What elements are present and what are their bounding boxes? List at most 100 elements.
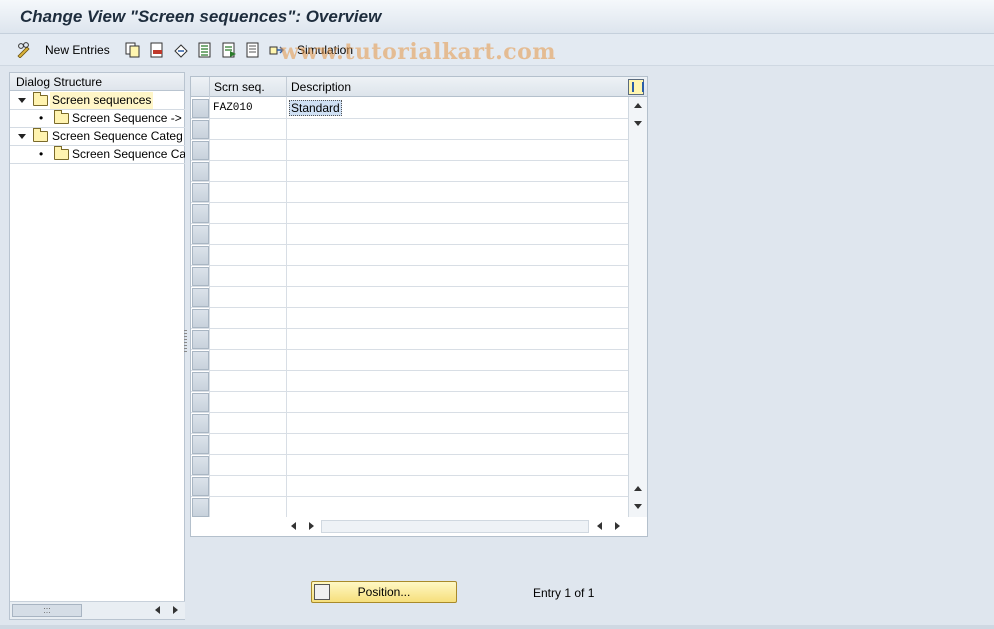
table-row[interactable] [191, 413, 628, 434]
scroll-thumb[interactable]: ::: [12, 604, 82, 617]
tree-node-screen-sequence-sub[interactable]: • Screen Sequence -> [10, 110, 185, 128]
scroll-right-icon[interactable] [309, 522, 314, 530]
cell-description[interactable] [287, 455, 627, 476]
cell-scrn-seq[interactable] [211, 371, 286, 392]
row-selector[interactable] [192, 120, 209, 139]
row-selector[interactable] [192, 204, 209, 223]
cell-scrn-seq[interactable] [211, 287, 286, 308]
cell-description[interactable] [287, 434, 627, 455]
cell-scrn-seq[interactable] [211, 455, 286, 476]
cell-description[interactable] [287, 308, 627, 329]
cell-scrn-seq[interactable] [211, 497, 286, 518]
row-selector[interactable] [192, 372, 209, 391]
table-row[interactable] [191, 140, 628, 161]
cell-scrn-seq[interactable] [211, 350, 286, 371]
cell-description[interactable] [287, 371, 627, 392]
row-selector[interactable] [192, 456, 209, 475]
cell-description[interactable] [287, 350, 627, 371]
tree-node-screen-sequence-ca[interactable]: • Screen Sequence Ca [10, 146, 185, 164]
cell-scrn-seq[interactable] [211, 392, 286, 413]
cell-scrn-seq[interactable] [211, 161, 286, 182]
table-row[interactable] [191, 476, 628, 497]
table-row[interactable] [191, 287, 628, 308]
cell-scrn-seq[interactable] [211, 119, 286, 140]
row-selector[interactable] [192, 183, 209, 202]
cell-scrn-seq[interactable] [211, 140, 286, 161]
cell-scrn-seq[interactable] [211, 413, 286, 434]
cell-description[interactable]: Standard [287, 98, 627, 119]
cell-scrn-seq[interactable] [211, 476, 286, 497]
cell-description[interactable] [287, 203, 627, 224]
cell-scrn-seq[interactable] [211, 182, 286, 203]
cell-description[interactable] [287, 224, 627, 245]
expand-triangle-icon[interactable] [18, 98, 26, 103]
cell-description[interactable] [287, 182, 627, 203]
select-block-button[interactable] [221, 41, 237, 59]
cell-description[interactable] [287, 476, 627, 497]
cell-description[interactable] [287, 161, 627, 182]
scroll-left-icon[interactable] [291, 522, 296, 530]
table-row[interactable] [191, 266, 628, 287]
cell-scrn-seq[interactable] [211, 329, 286, 350]
scroll-up-icon[interactable] [634, 103, 642, 108]
row-selector[interactable] [192, 225, 209, 244]
tree-node-screen-sequences[interactable]: Screen sequences [10, 92, 185, 110]
row-selector[interactable] [192, 393, 209, 412]
cell-scrn-seq[interactable]: FAZ010 [211, 98, 286, 119]
scroll-page-up-icon[interactable] [634, 486, 642, 491]
scroll-right-icon[interactable] [615, 522, 620, 530]
table-row[interactable] [191, 434, 628, 455]
display-change-button[interactable] [16, 41, 32, 59]
delete-button[interactable] [149, 41, 165, 59]
row-selector[interactable] [192, 498, 209, 517]
table-row[interactable]: FAZ010 Standard [191, 98, 628, 119]
column-header-description[interactable]: Description [286, 77, 628, 97]
table-row[interactable] [191, 497, 628, 518]
cell-description[interactable] [287, 245, 627, 266]
table-row[interactable] [191, 182, 628, 203]
scroll-down-icon[interactable] [634, 121, 642, 126]
table-row[interactable] [191, 392, 628, 413]
row-selector[interactable] [192, 267, 209, 286]
table-settings-icon[interactable] [628, 79, 644, 95]
new-entries-button[interactable]: New Entries [45, 41, 110, 59]
table-row[interactable] [191, 371, 628, 392]
row-selector[interactable] [192, 435, 209, 454]
tree-node-screen-sequence-categ[interactable]: Screen Sequence Categ [10, 128, 185, 146]
table-row[interactable] [191, 350, 628, 371]
scroll-left-icon[interactable] [597, 522, 602, 530]
table-row[interactable] [191, 224, 628, 245]
row-selector[interactable] [192, 351, 209, 370]
table-vscrollbar[interactable] [628, 97, 647, 517]
row-selector[interactable] [192, 288, 209, 307]
expand-triangle-icon[interactable] [18, 134, 26, 139]
row-selector[interactable] [192, 246, 209, 265]
table-row[interactable] [191, 245, 628, 266]
row-selector[interactable] [192, 99, 209, 118]
copy-button[interactable] [125, 41, 141, 59]
cell-scrn-seq[interactable] [211, 308, 286, 329]
row-selector[interactable] [192, 330, 209, 349]
cell-scrn-seq[interactable] [211, 434, 286, 455]
dialog-structure-hscrollbar[interactable]: ::: [10, 601, 185, 619]
cell-scrn-seq[interactable] [211, 245, 286, 266]
row-selector[interactable] [192, 477, 209, 496]
row-selector[interactable] [192, 309, 209, 328]
cell-description[interactable] [287, 287, 627, 308]
deselect-all-button[interactable] [245, 41, 261, 59]
column-header-scrn-seq[interactable]: Scrn seq. [209, 77, 286, 97]
cell-description[interactable] [287, 119, 627, 140]
cell-scrn-seq[interactable] [211, 203, 286, 224]
table-row[interactable] [191, 455, 628, 476]
cell-scrn-seq[interactable] [211, 266, 286, 287]
scroll-left-icon[interactable] [155, 606, 160, 614]
undo-button[interactable] [173, 41, 189, 59]
scroll-page-down-icon[interactable] [634, 504, 642, 509]
position-button[interactable]: Position... [311, 581, 457, 603]
table-row[interactable] [191, 119, 628, 140]
row-selector[interactable] [192, 162, 209, 181]
table-row[interactable] [191, 329, 628, 350]
scroll-right-icon[interactable] [173, 606, 178, 614]
panel-splitter[interactable] [184, 330, 187, 352]
cell-description[interactable] [287, 266, 627, 287]
